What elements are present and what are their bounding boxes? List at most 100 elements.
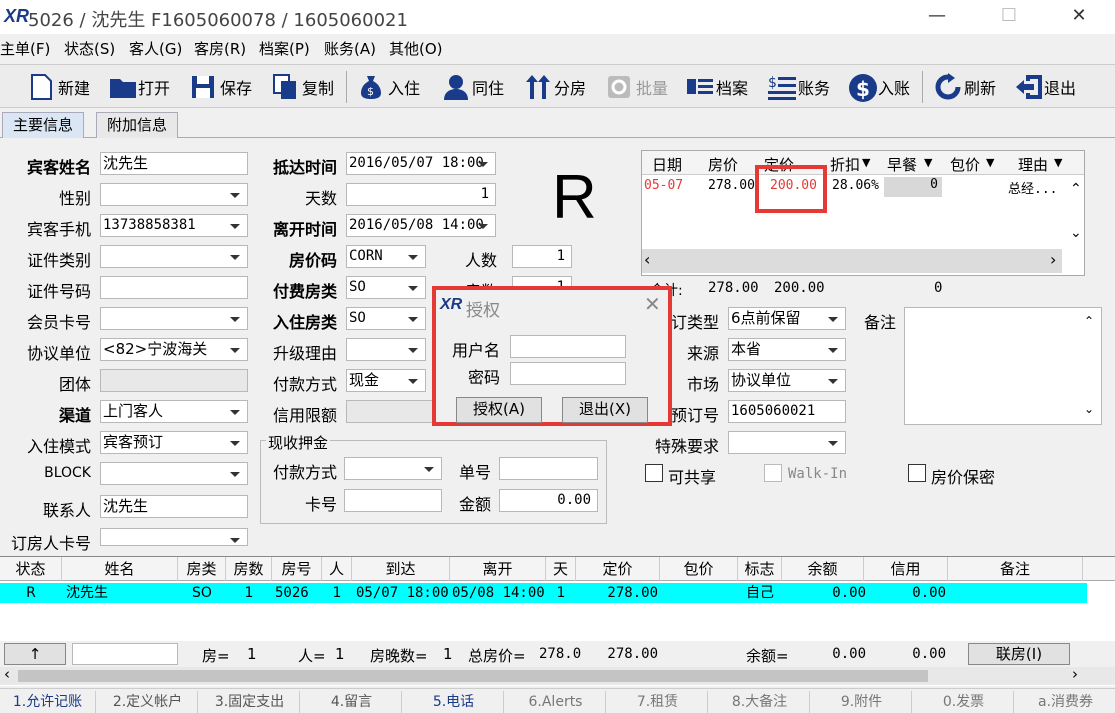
exit-button[interactable]: 退出 [1014,69,1076,105]
departure-field[interactable]: 2016/05/08 14:00 [346,214,496,237]
new-button[interactable]: 新建 [28,69,90,105]
rate-secret-checkbox[interactable] [908,464,926,482]
rate-code-select[interactable]: CORN [346,245,426,268]
rate-col-reason[interactable]: 理由 [1018,154,1048,175]
close-button[interactable]: ✕ [1056,0,1102,34]
rate-col-discount[interactable]: 折扣 [830,154,860,175]
market-select[interactable]: 协议单位 [728,369,846,392]
share-room-button[interactable]: 同住 [442,69,504,105]
room-col-flag[interactable]: 标志 [738,557,782,581]
agreement-select[interactable]: <82>宁波海关 [100,338,248,361]
tab-fixed-charges[interactable]: 3.固定支出 [200,691,300,713]
menu-status[interactable]: 状态(S) [64,38,115,59]
tab-allow-charge[interactable]: 1.允许记账 [0,691,96,713]
tab-main-info[interactable]: 主要信息 [2,112,85,138]
upgrade-reason-select[interactable] [346,338,426,361]
open-button[interactable]: 打开 [108,69,170,105]
batch-button[interactable]: 批量 [606,69,668,105]
menu-room[interactable]: 客房(R) [194,38,246,59]
rate-col-breakfast[interactable]: 早餐 [887,154,917,175]
arrival-field[interactable]: 2016/05/07 18:00 [346,152,496,175]
rate-col-price[interactable]: 房价 [708,154,738,175]
tab-attachments[interactable]: 9.附件 [812,691,912,713]
checkin-button[interactable]: $ 入住 [358,69,420,105]
grid-scroll-right-icon[interactable]: › [1072,665,1078,683]
grid-scroll-left-icon[interactable]: ‹ [4,665,10,683]
assign-room-button[interactable]: 分房 [524,69,586,105]
tab-extra-info[interactable]: 附加信息 [96,112,179,138]
gender-select[interactable] [100,183,248,206]
booker-card-select[interactable] [100,528,248,546]
deposit-number-field[interactable] [499,457,598,480]
password-field[interactable] [510,362,626,385]
deposit-amount-field[interactable]: 0.00 [499,489,598,512]
channel-select[interactable]: 上门客人 [100,400,248,423]
tab-invoice[interactable]: 0.发票 [914,691,1014,713]
breakfast-dropdown-icon[interactable]: ▼ [924,156,932,169]
room-col-type[interactable]: 房类 [178,557,226,581]
member-card-select[interactable] [100,307,248,330]
copy-button[interactable]: 复制 [272,69,334,105]
summary-input[interactable] [72,643,178,665]
up-button[interactable]: ↑ [4,643,66,665]
block-select[interactable] [100,462,248,485]
room-grid-hscrollbar[interactable]: ‹ › [0,665,1115,685]
dialog-close-icon[interactable]: ✕ [644,292,661,316]
menu-account[interactable]: 账务(A) [324,38,376,59]
rate-grid-hscrollbar[interactable]: ‹ › [642,249,1062,273]
reason-dropdown-icon[interactable]: ▼ [1054,156,1062,169]
profile-button[interactable]: 档案 [686,69,748,105]
tab-rental[interactable]: 7.租赁 [608,691,708,713]
deposit-pay-method-select[interactable] [344,457,442,480]
room-col-rate[interactable]: 定价 [576,557,660,581]
room-col-balance[interactable]: 余额 [782,557,864,581]
menu-guest[interactable]: 客人(G) [129,38,182,59]
room-col-number[interactable]: 房号 [272,557,322,581]
id-type-select[interactable] [100,245,248,268]
days-field[interactable]: 1 [346,183,496,206]
dialog-exit-button[interactable]: 退出(X) [562,397,648,423]
mobile-field[interactable]: 13738858381 [100,214,248,237]
contact-field[interactable]: 沈先生 [100,495,248,518]
id-number-field[interactable] [100,276,248,299]
rate-scroll-up-icon[interactable]: ⌃ [1070,181,1082,197]
scrollbar-thumb[interactable] [18,670,928,682]
pay-method-select[interactable]: 现金 [346,369,426,392]
tab-define-account[interactable]: 2.定义帐户 [98,691,198,713]
stay-room-type-select[interactable]: SO [346,307,426,330]
tab-alerts[interactable]: 6.Alerts [506,691,606,713]
source-select[interactable]: 本省 [728,338,846,361]
room-col-remark[interactable]: 备注 [948,557,1083,581]
rate-col-date[interactable]: 日期 [652,154,682,175]
table-row[interactable]: R 沈先生 SO 1 5026 1 05/07 18:00 05/08 14:0… [0,583,1087,603]
booking-number-field[interactable]: 1605060021 [728,400,846,423]
scroll-up-icon[interactable]: ⌃ [1084,314,1094,328]
booking-type-select[interactable]: 6点前保留 [728,307,846,330]
room-col-name[interactable]: 姓名 [62,557,178,581]
billing-button[interactable]: $ 账务 [768,69,830,105]
special-request-select[interactable] [728,431,846,454]
menu-other[interactable]: 其他(O) [389,38,443,59]
guest-name-field[interactable]: 沈先生 [100,152,248,175]
room-col-nights[interactable]: 天 [546,557,576,581]
scroll-down-icon[interactable]: ⌄ [1084,402,1094,416]
rate-row[interactable]: 05-07 278.00 200.00 28.06% 0 总经... [642,177,1074,197]
authorize-button[interactable]: 授权(A) [456,397,542,423]
package-dropdown-icon[interactable]: ▼ [986,156,994,169]
walkin-checkbox[interactable] [764,464,782,482]
save-button[interactable]: 保存 [190,69,252,105]
link-room-button[interactable]: 联房(I) [968,643,1070,665]
room-col-departure[interactable]: 离开 [450,557,546,581]
rate-scroll-down-icon[interactable]: ⌄ [1070,225,1082,241]
menu-main[interactable]: 主单(F) [0,38,50,59]
minimize-button[interactable]: — [914,0,960,34]
room-col-arrival[interactable]: 到达 [352,557,450,581]
post-button[interactable]: $ 入账 [848,69,910,105]
scroll-left-icon[interactable]: ‹ [644,250,650,269]
shareable-checkbox[interactable] [645,464,663,482]
room-col-credit[interactable]: 信用 [864,557,948,581]
tab-big-remark[interactable]: 8.大备注 [710,691,810,713]
paid-room-type-select[interactable]: SO [346,276,426,299]
discount-dropdown-icon[interactable]: ▼ [862,156,870,169]
deposit-card-field[interactable] [344,489,442,512]
